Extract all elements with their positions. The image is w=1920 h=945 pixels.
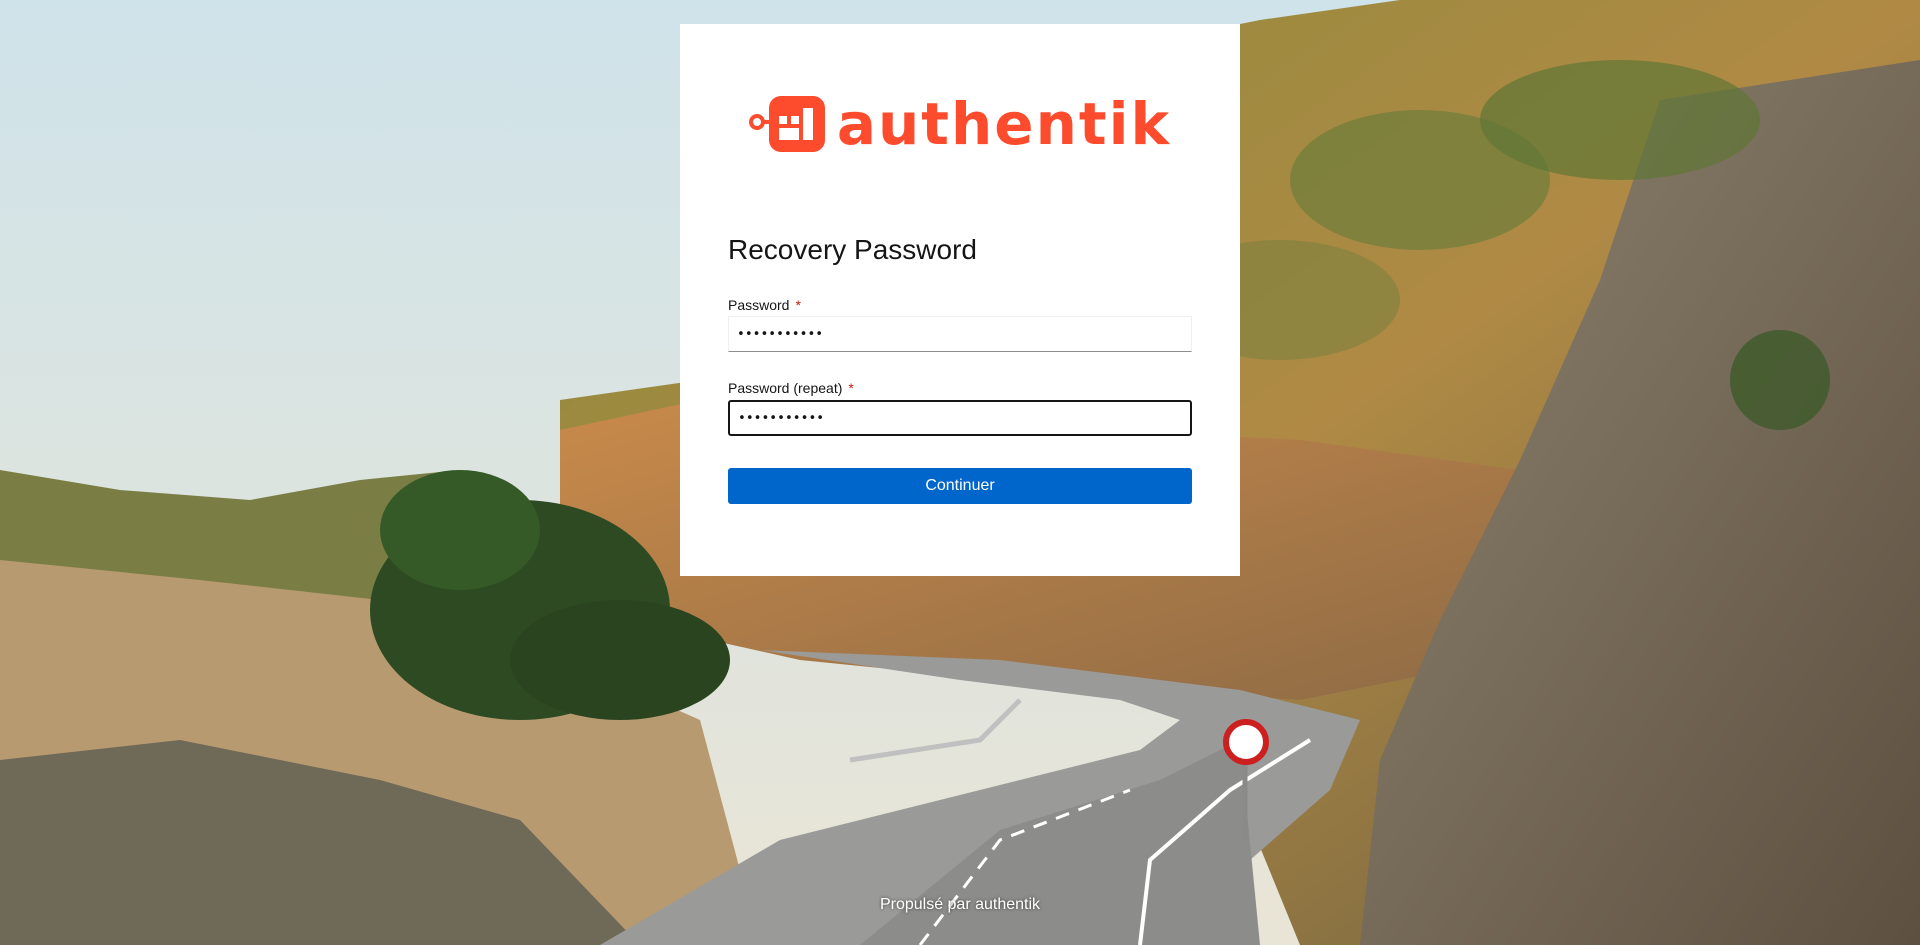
password-input[interactable] [728,316,1192,352]
brand-logo: authentik [680,94,1240,154]
page-title: Recovery Password [728,234,977,265]
password-repeat-label: Password (repeat) * [728,380,854,396]
password-repeat-label-text: Password (repeat) [728,380,843,396]
password-label-text: Password [728,297,790,313]
powered-by-footer: Propulsé par authentik [879,896,1041,913]
recovery-card: authentik Recovery Password Password * Pa… [680,24,1240,576]
continue-button[interactable]: Continuer [728,468,1192,504]
brand-wordmark: authentik [836,90,1172,158]
password-label: Password * [728,297,801,313]
authentik-logo-icon [748,96,825,152]
password-repeat-input[interactable] [728,400,1192,436]
password-repeat-required-marker: * [848,380,854,396]
password-required-marker: * [795,297,801,313]
